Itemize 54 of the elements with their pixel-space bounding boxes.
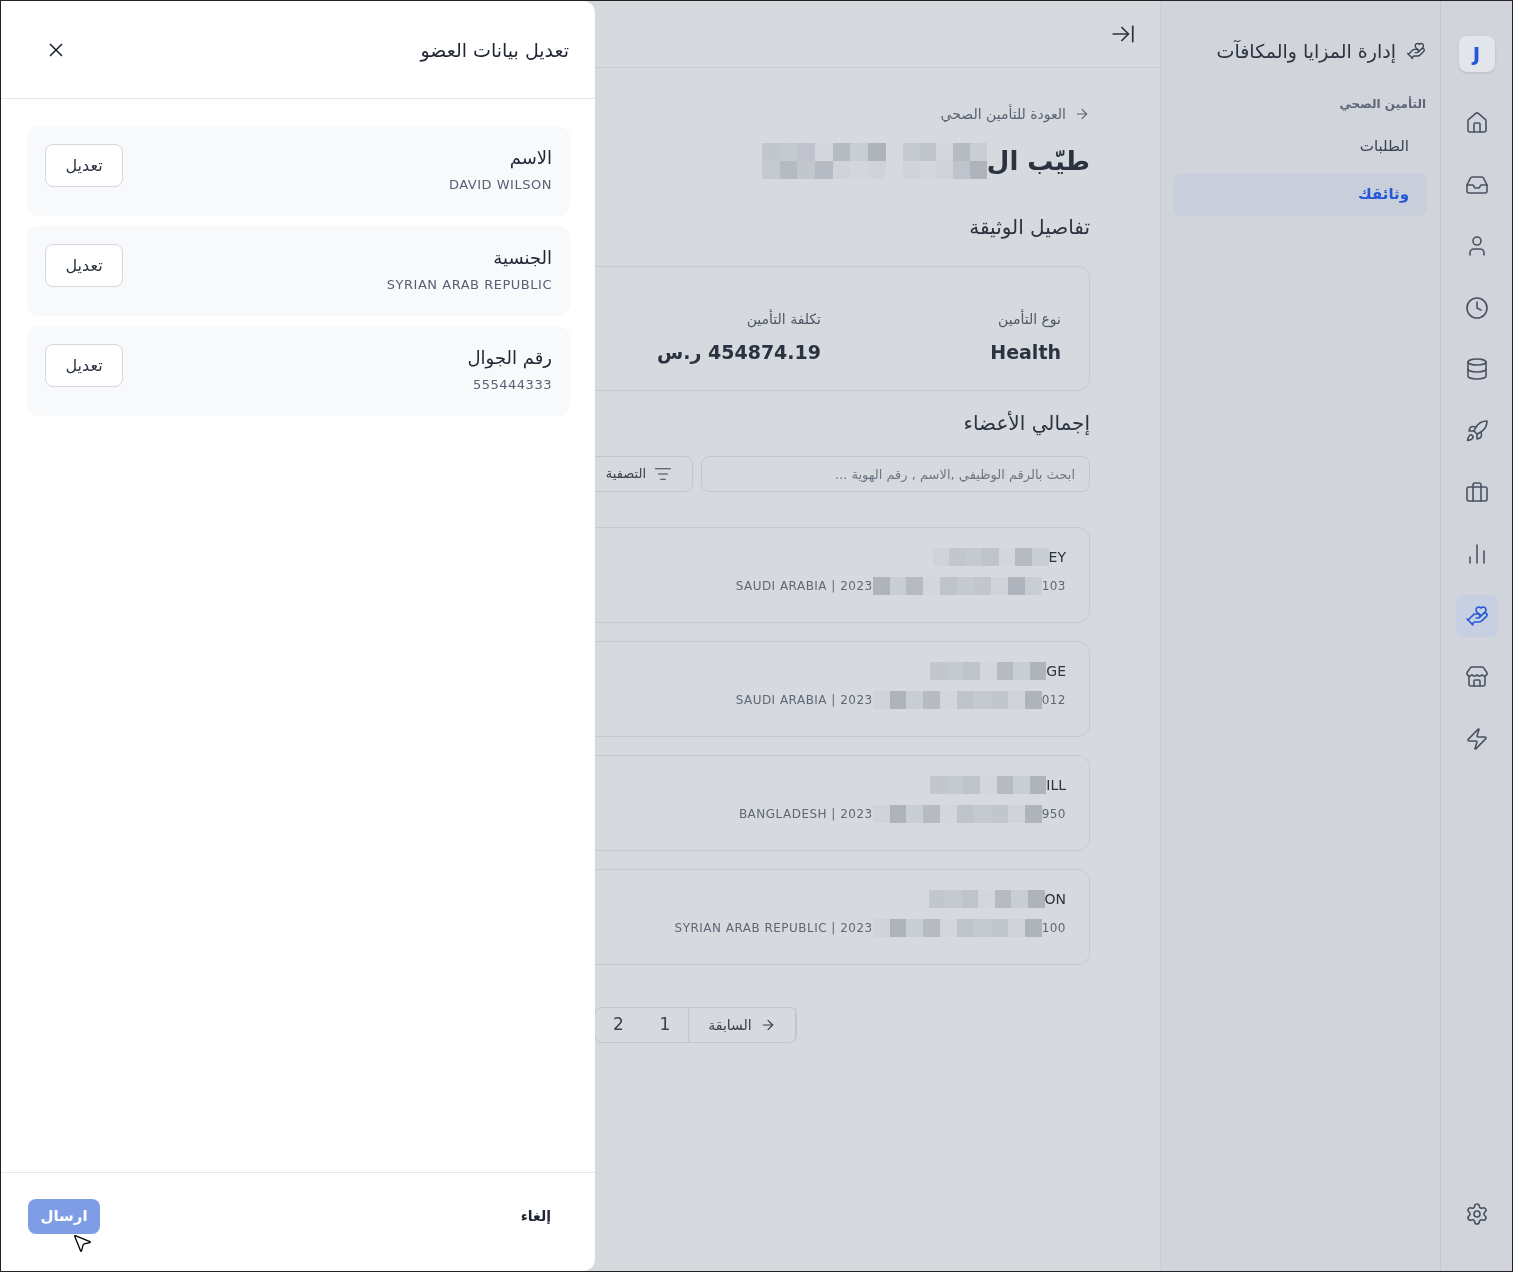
- hand-heart-icon: [1406, 41, 1426, 61]
- edit-button[interactable]: تعديل: [45, 344, 123, 387]
- home-icon: [1464, 111, 1489, 135]
- member-details: SAUDI ARABIA | 2023: [735, 692, 873, 709]
- member-name: GE: [1046, 662, 1066, 681]
- nav-rail-button[interactable]: [1455, 594, 1498, 637]
- member-number: 103: [1041, 578, 1066, 595]
- field-value: 555444333: [472, 376, 552, 394]
- mouse-cursor-icon: [71, 1232, 93, 1254]
- back-link[interactable]: العودة للتأمين الصحي: [940, 104, 1090, 124]
- store-icon: [1464, 665, 1489, 690]
- section-label: التأمين الصحي: [1339, 96, 1426, 112]
- detail-label: تكلفة التأمين: [746, 309, 821, 329]
- page-title: طيّب ال: [986, 145, 1090, 178]
- cancel-button[interactable]: إلغاء: [504, 1199, 567, 1234]
- member-number: 950: [1041, 806, 1066, 823]
- edit-button[interactable]: تعديل: [45, 144, 123, 187]
- settings-icon: [1464, 1202, 1489, 1226]
- sidebar-item[interactable]: وثائقك: [1174, 173, 1427, 216]
- detail-value: Health: [990, 340, 1061, 365]
- field-value: DAVID WILSON: [448, 176, 552, 194]
- sidebar-item[interactable]: الطلبات: [1174, 125, 1427, 168]
- database-icon: [1464, 357, 1489, 382]
- app-logo[interactable]: J: [1458, 36, 1495, 72]
- detail-value: 454874.19 ر.س: [657, 340, 821, 366]
- drawer-title: تعديل بيانات العضو: [420, 37, 569, 64]
- arrow-right-icon: [1074, 106, 1090, 122]
- member-details: BANGLADESH | 2023: [738, 806, 873, 823]
- rocket-icon: [1464, 418, 1489, 443]
- field-value: SYRIAN ARAB REPUBLIC: [386, 276, 552, 294]
- filter-icon: [654, 465, 672, 483]
- search-field[interactable]: ابحث بالرقم الوظيفي ,الاسم , رقم الهوية ...: [701, 456, 1090, 492]
- detail-label: نوع التأمين: [998, 309, 1061, 329]
- field-label: الاسم: [509, 146, 552, 171]
- previous-page-button[interactable]: السابقة: [689, 1008, 796, 1042]
- field-label: رقم الجوال: [467, 346, 552, 371]
- member-number: 100: [1041, 920, 1066, 937]
- sidebar-title: إدارة المزايا والمكافآت: [1216, 39, 1396, 65]
- field-label: الجنسية: [493, 246, 552, 270]
- section-heading: إجمالي الأعضاء: [963, 410, 1090, 437]
- hand-heart-icon: [1464, 603, 1489, 628]
- briefcase-icon: [1464, 480, 1489, 505]
- member-details: SAUDI ARABIA | 2023: [735, 578, 873, 595]
- page-button[interactable]: 2: [595, 1008, 642, 1042]
- section-heading: تفاصيل الوثيقة: [969, 214, 1090, 241]
- member-name: EY: [1048, 548, 1066, 567]
- clock-icon: [1464, 295, 1489, 320]
- member-name: ON: [1044, 890, 1066, 909]
- page-button[interactable]: 1: [642, 1008, 689, 1042]
- member-number: 012: [1041, 692, 1066, 709]
- lightning-icon: [1464, 726, 1489, 751]
- member-details: SYRIAN ARAB REPUBLIC | 2023: [674, 920, 873, 937]
- edit-button[interactable]: تعديل: [45, 244, 123, 287]
- member-name: ILL: [1046, 776, 1066, 795]
